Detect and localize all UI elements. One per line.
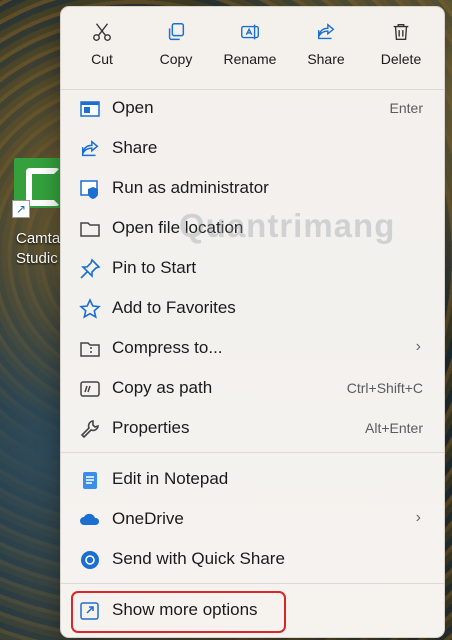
- shortcut-text: Ctrl+Shift+C: [346, 380, 423, 396]
- highlight-box: [71, 591, 286, 633]
- shortcut-arrow-icon: ↗: [12, 200, 30, 218]
- share-icon: [81, 140, 99, 157]
- open-icon: [80, 101, 100, 117]
- context-menu: Cut Copy Rename Share Delete Open Enter …: [60, 6, 445, 638]
- rename-button[interactable]: Rename: [215, 21, 285, 67]
- menu-item-edit-in-notepad[interactable]: Edit in Notepad: [67, 461, 437, 497]
- copy-button[interactable]: Copy: [141, 21, 211, 67]
- rename-icon: [241, 24, 259, 40]
- pin-icon: [80, 258, 101, 279]
- menu-item-pin-to-start[interactable]: Pin to Start: [67, 250, 437, 286]
- context-menu-toolbar: Cut Copy Rename Share Delete: [61, 7, 444, 87]
- zip-icon: [80, 342, 100, 357]
- menu-item-label: Copy as path: [112, 378, 213, 397]
- copy-icon: [168, 23, 185, 41]
- menu-item-onedrive[interactable]: OneDrive ›: [67, 501, 437, 537]
- notepad-icon: [83, 472, 97, 489]
- menu-item-label: Add to Favorites: [112, 298, 236, 317]
- cut-label: Cut: [91, 51, 113, 67]
- share-icon: [317, 23, 335, 40]
- menu-item-open[interactable]: Open Enter: [67, 90, 437, 126]
- menu-item-label: Compress to...: [112, 338, 223, 357]
- copy-label: Copy: [159, 51, 193, 67]
- star-icon: [79, 298, 101, 319]
- folder-icon: [80, 222, 100, 237]
- menu-item-share[interactable]: Share: [67, 130, 437, 166]
- menu-item-send-with-quick-share[interactable]: Send with Quick Share: [67, 541, 437, 577]
- menu-item-label: Share: [112, 138, 158, 157]
- share-button[interactable]: Share: [291, 21, 361, 67]
- rename-label: Rename: [223, 51, 277, 67]
- menu-item-run-as-admin[interactable]: Run as administrator: [67, 170, 437, 206]
- menu-item-label: Pin to Start: [112, 258, 197, 277]
- quickshare-icon: [81, 551, 99, 569]
- shield-icon: [80, 180, 98, 199]
- trash-icon: [393, 23, 409, 41]
- cloud-icon: [80, 513, 100, 525]
- menu-item-copy-as-path[interactable]: Copy as path Ctrl+Shift+C: [67, 370, 437, 406]
- shortcut-text: Alt+Enter: [365, 420, 423, 436]
- menu-item-label: Edit in Notepad: [112, 469, 229, 488]
- menu-item-label: Send with Quick Share: [112, 549, 285, 568]
- delete-label: Delete: [380, 51, 422, 67]
- delete-button[interactable]: Delete: [366, 21, 436, 67]
- scissors-icon: [93, 23, 111, 41]
- chevron-right-icon: ›: [415, 338, 421, 355]
- share-label: Share: [307, 51, 345, 67]
- divider: [61, 452, 444, 453]
- path-icon: [80, 381, 100, 397]
- menu-item-compress-to[interactable]: Compress to... ›: [67, 330, 437, 366]
- camtasia-desktop-icon[interactable]: ↗: [12, 158, 64, 218]
- menu-item-label: Properties: [112, 418, 190, 437]
- chevron-right-icon: ›: [415, 509, 421, 526]
- shortcut-text: Enter: [389, 100, 423, 116]
- menu-item-add-to-favorites[interactable]: Add to Favorites: [67, 290, 437, 326]
- menu-item-label: Run as administrator: [112, 178, 269, 197]
- wrench-icon: [80, 420, 99, 439]
- menu-item-properties[interactable]: Properties Alt+Enter: [67, 410, 437, 446]
- watermark: Quantrimang: [179, 207, 396, 244]
- divider: [61, 583, 444, 584]
- menu-item-label: OneDrive: [112, 509, 184, 528]
- menu-item-label: Open: [112, 98, 154, 117]
- cut-button[interactable]: Cut: [67, 21, 137, 67]
